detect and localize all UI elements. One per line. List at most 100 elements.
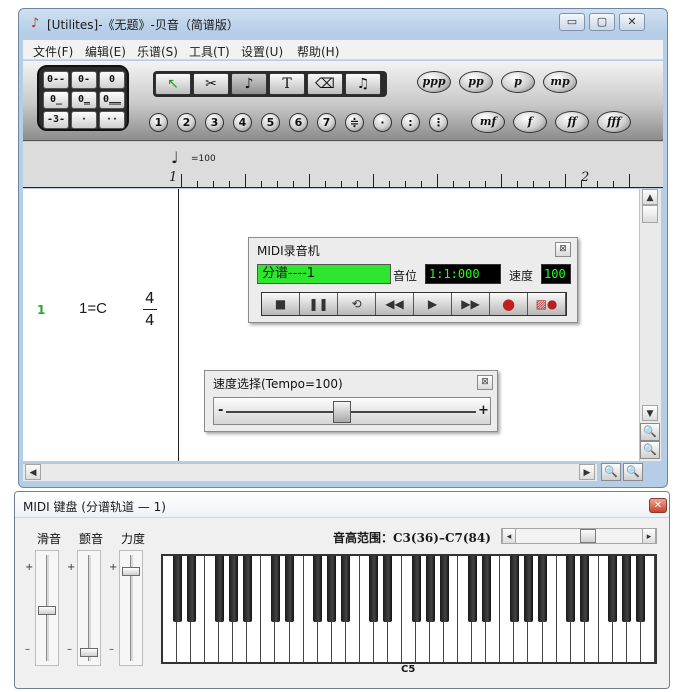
vertical-scroll-thumb[interactable] — [642, 205, 658, 223]
duration-thirtysecond-button[interactable]: 0̳̳ — [99, 91, 125, 109]
play-icon[interactable]: ▶ — [414, 293, 452, 315]
dynamic-f-button[interactable]: f — [513, 111, 547, 133]
scroll-left-arrow-icon[interactable]: ◀ — [25, 464, 41, 480]
text-tool-icon[interactable]: T — [269, 73, 305, 95]
triple-dot-button[interactable]: ⋮ — [429, 113, 448, 132]
stop-icon[interactable]: ■ — [262, 293, 300, 315]
range-left-arrow-icon[interactable]: ◂ — [502, 528, 516, 544]
black-key[interactable] — [481, 556, 491, 622]
maximize-button[interactable]: ▢ — [589, 13, 615, 31]
select-pointer-icon[interactable]: ↖ — [155, 73, 191, 95]
note-7-button[interactable]: 7 — [317, 113, 336, 132]
black-key[interactable] — [509, 556, 519, 622]
dynamic-pp-button[interactable]: pp — [459, 71, 493, 93]
keyboard-close-button[interactable]: ✕ — [649, 498, 667, 513]
black-key[interactable] — [439, 556, 449, 622]
menu-edit[interactable]: 编辑(E) — [85, 43, 126, 60]
duration-sixteenth-button[interactable]: 0̳ — [71, 91, 97, 109]
colon-button[interactable]: : — [401, 113, 420, 132]
black-key[interactable] — [523, 556, 533, 622]
vibrato-slider-thumb[interactable] — [80, 648, 98, 658]
pitch-range-thumb[interactable] — [579, 529, 596, 543]
black-key[interactable] — [285, 556, 294, 622]
pitch-range-scrollbar[interactable]: ◂ ▸ — [501, 528, 657, 544]
tempo-slider-thumb[interactable] — [332, 401, 351, 423]
tempo-panel-close-icon[interactable]: ⊠ — [477, 375, 493, 390]
zoom-in-icon[interactable]: 🔍 — [640, 423, 660, 441]
note-1-button[interactable]: 1 — [149, 113, 168, 132]
portamento-slider[interactable] — [35, 550, 59, 666]
black-key[interactable] — [538, 556, 548, 622]
dynamic-fff-button[interactable]: fff — [597, 111, 631, 133]
black-key[interactable] — [242, 556, 252, 622]
zoom-out-icon[interactable]: 🔍 — [640, 441, 660, 459]
duration-quarter-button[interactable]: 0 — [99, 71, 125, 89]
velocity-slider-thumb[interactable] — [122, 566, 140, 576]
velocity-slider[interactable] — [119, 550, 143, 666]
black-key[interactable] — [566, 556, 576, 622]
dot-button[interactable]: · — [71, 111, 97, 129]
vibrato-slider[interactable] — [77, 550, 101, 666]
scroll-down-arrow-icon[interactable]: ▼ — [642, 405, 658, 421]
scissors-icon[interactable]: ✂ — [193, 73, 229, 95]
fit-zoom-icon[interactable]: 🔍 — [601, 463, 621, 481]
black-key[interactable] — [636, 556, 646, 622]
dynamic-ff-button[interactable]: ff — [555, 111, 589, 133]
loop-icon[interactable]: ⟲ — [338, 293, 376, 315]
black-key[interactable] — [369, 556, 379, 622]
record-icon[interactable]: ● — [490, 293, 528, 315]
measure-ruler[interactable]: ♩ =100 1 2 — [23, 142, 663, 188]
portamento-slider-thumb[interactable] — [38, 605, 56, 615]
black-key[interactable] — [383, 556, 393, 622]
menu-file[interactable]: 文件(F) — [33, 43, 73, 60]
black-key[interactable] — [327, 556, 337, 622]
vertical-scrollbar[interactable]: ▲ ▼ 🔍 🔍 — [639, 189, 661, 461]
close-button[interactable]: ✕ — [619, 13, 645, 31]
black-key[interactable] — [313, 556, 323, 622]
note-4-button[interactable]: 4 — [233, 113, 252, 132]
note-5-button[interactable]: 5 — [261, 113, 280, 132]
step-record-icon[interactable]: ▨● — [528, 293, 566, 315]
piano-keyboard[interactable] — [161, 554, 657, 664]
dot-note-button[interactable]: · — [373, 113, 392, 132]
octave-shift-button[interactable]: ≑ — [345, 113, 364, 132]
scroll-up-arrow-icon[interactable]: ▲ — [642, 189, 658, 205]
menu-help[interactable]: 帮助(H) — [297, 43, 339, 60]
fast-forward-icon[interactable]: ▶▶ — [452, 293, 490, 315]
note-3-button[interactable]: 3 — [205, 113, 224, 132]
menu-settings[interactable]: 设置(U) — [241, 43, 283, 60]
menu-tools[interactable]: 工具(T) — [189, 43, 230, 60]
scroll-right-arrow-icon[interactable]: ▶ — [579, 464, 595, 480]
note-input-icon[interactable]: ♪ — [231, 73, 267, 95]
menu-score[interactable]: 乐谱(S) — [137, 43, 178, 60]
black-key[interactable] — [467, 556, 477, 622]
magnify-icon[interactable]: 🔍 — [623, 463, 643, 481]
title-bar[interactable]: ♪ [Utilites]-《无题》-贝音（简谱版） ▭ ▢ ✕ — [19, 9, 667, 37]
black-key[interactable] — [425, 556, 435, 622]
black-key[interactable] — [228, 556, 238, 622]
black-key[interactable] — [411, 556, 421, 622]
range-right-arrow-icon[interactable]: ▸ — [642, 528, 656, 544]
tempo-slider[interactable]: - + — [213, 397, 491, 425]
black-key[interactable] — [214, 556, 224, 622]
black-key[interactable] — [608, 556, 618, 622]
black-key[interactable] — [270, 556, 280, 622]
eraser-icon[interactable]: ⌫ — [307, 73, 343, 95]
pause-icon[interactable]: ❚❚ — [300, 293, 338, 315]
black-key[interactable] — [580, 556, 590, 622]
double-dot-button[interactable]: ·· — [99, 111, 125, 129]
dynamic-mp-button[interactable]: mp — [543, 71, 577, 93]
black-key[interactable] — [186, 556, 196, 622]
midi-recorder-close-icon[interactable]: ⊠ — [555, 242, 571, 257]
dynamic-mf-button[interactable]: mf — [471, 111, 505, 133]
black-key[interactable] — [172, 556, 182, 622]
minimize-button[interactable]: ▭ — [559, 13, 585, 31]
duration-half-button[interactable]: 0- — [71, 71, 97, 89]
duration-eighth-button[interactable]: 0̲ — [43, 91, 69, 109]
dynamic-p-button[interactable]: p — [501, 71, 535, 93]
black-key[interactable] — [341, 556, 351, 622]
triplet-button[interactable]: -3- — [43, 111, 69, 129]
horizontal-scrollbar[interactable]: ◀ ▶ — [23, 463, 597, 481]
black-key[interactable] — [622, 556, 632, 622]
duration-whole-button[interactable]: 0--- — [43, 71, 69, 101]
